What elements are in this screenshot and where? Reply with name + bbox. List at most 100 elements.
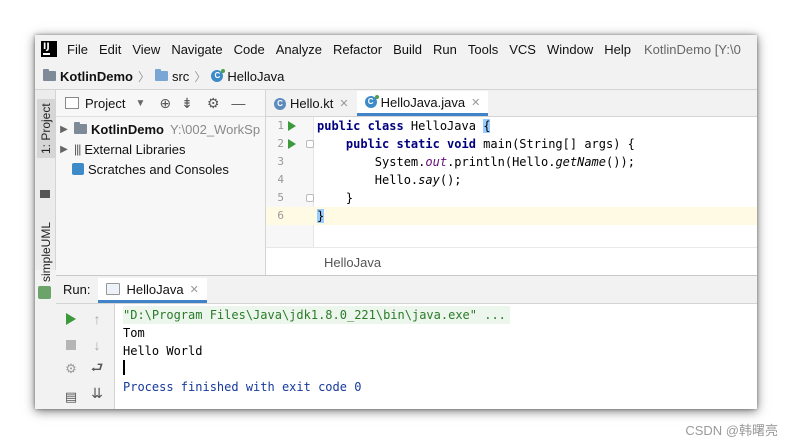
- line-number: 1: [277, 119, 284, 132]
- left-tool-strip: 1: Project simpleUML: [35, 90, 56, 299]
- gear-icon[interactable]: ⚙: [207, 95, 220, 112]
- line-number: 3: [277, 155, 284, 168]
- window-title: KotlinDemo [Y:\0: [643, 41, 741, 57]
- scratches-icon: [72, 163, 84, 175]
- tree-item-external-libraries[interactable]: ▶ ||| External Libraries: [56, 139, 265, 159]
- menu-bar: IJ File Edit View Navigate Code Analyze …: [35, 35, 757, 63]
- code-text: public class HelloJava {: [317, 119, 491, 133]
- chevron-right-icon[interactable]: ▶: [58, 144, 70, 155]
- project-tool-tab[interactable]: 1: Project: [37, 99, 55, 158]
- chevron-down-icon[interactable]: ▼: [135, 98, 145, 109]
- chevron-right-icon: 〉: [137, 69, 150, 84]
- hide-panel-icon[interactable]: —: [231, 95, 245, 111]
- menu-help[interactable]: Help: [604, 42, 631, 57]
- uml-icon: [38, 286, 51, 299]
- arrow-up-icon[interactable]: ↑: [88, 310, 106, 328]
- code-line: 5 }: [266, 189, 757, 207]
- run-panel-header: Run: HelloJava ✕: [56, 276, 757, 304]
- menu-refactor[interactable]: Refactor: [333, 42, 382, 57]
- java-class-icon: C: [211, 69, 226, 82]
- menu-file[interactable]: File: [67, 42, 88, 57]
- close-icon[interactable]: ✕: [471, 96, 480, 109]
- editor-footer-label[interactable]: HelloJava: [324, 255, 381, 270]
- menu-navigate[interactable]: Navigate: [171, 42, 222, 57]
- menu-view[interactable]: View: [132, 42, 160, 57]
- fold-icon[interactable]: [306, 140, 314, 148]
- code-area[interactable]: 1 public class HelloJava { 2 public stat…: [266, 117, 757, 247]
- tree-item-kotlindemo[interactable]: ▶ KotlinDemo Y:\002_WorkSp: [56, 119, 265, 139]
- console-exit-line: Process finished with exit code 0: [123, 380, 362, 394]
- run-panel: Run: HelloJava ✕ ↑ ↓ ⚙ ⮐ ▤ ⇊ "D:\Program…: [56, 275, 757, 409]
- stop-icon[interactable]: [62, 336, 80, 354]
- menu-code[interactable]: Code: [234, 42, 265, 57]
- close-icon[interactable]: ✕: [339, 97, 348, 110]
- project-panel-toolbar: Project ▼ ⊕ ⇟ ⚙ —: [56, 90, 265, 117]
- layout-icon[interactable]: ▤: [62, 388, 80, 406]
- simpleuml-tool-tab[interactable]: simpleUML: [39, 222, 53, 282]
- line-number: 2: [277, 137, 284, 150]
- chevron-right-icon[interactable]: ▶: [58, 124, 70, 135]
- breadcrumb-file[interactable]: C HelloJava: [211, 69, 284, 84]
- menu-vcs[interactable]: VCS: [509, 42, 536, 57]
- intellij-logo-icon: IJ: [41, 41, 57, 57]
- project-view-selector[interactable]: Project: [85, 96, 125, 111]
- run-icon[interactable]: [288, 121, 296, 131]
- console-command-line: "D:\Program Files\Java\jdk1.8.0_221\bin\…: [123, 306, 510, 324]
- tab-label: HelloJava.java: [380, 94, 466, 110]
- text-cursor: [123, 360, 125, 375]
- editor-tab-bar: C Hello.kt ✕ C HelloJava.java ✕: [266, 90, 757, 117]
- project-view-icon: [65, 97, 79, 109]
- watermark: CSDN @韩曙亮: [685, 423, 778, 438]
- menu-build[interactable]: Build: [393, 42, 422, 57]
- tree-item-label: External Libraries: [84, 141, 186, 157]
- console-output-line: Tom: [123, 326, 145, 340]
- restore-layout-icon[interactable]: ⚙: [62, 360, 80, 378]
- console-output-line: Hello World: [123, 344, 203, 358]
- tab-hello-kt[interactable]: C Hello.kt ✕: [266, 91, 357, 116]
- run-icon[interactable]: [288, 139, 296, 149]
- tree-item-scratches[interactable]: Scratches and Consoles: [56, 159, 265, 179]
- module-folder-icon: [74, 122, 87, 134]
- code-text: }: [317, 209, 325, 223]
- menu-window[interactable]: Window: [547, 42, 593, 57]
- code-line: 3 System.out.println(Hello.getName());: [266, 153, 757, 171]
- tree-item-label: Scratches and Consoles: [88, 161, 229, 177]
- menu-analyze[interactable]: Analyze: [276, 42, 322, 57]
- menu-run[interactable]: Run: [433, 42, 457, 57]
- rerun-icon[interactable]: [62, 310, 80, 328]
- breadcrumb-src[interactable]: src 〉: [154, 68, 211, 85]
- tree-item-label: KotlinDemo: [91, 121, 164, 137]
- console-output[interactable]: "D:\Program Files\Java\jdk1.8.0_221\bin\…: [115, 304, 757, 409]
- line-number: 6: [277, 209, 284, 222]
- code-text: }: [317, 191, 354, 205]
- arrow-down-icon[interactable]: ↓: [88, 336, 106, 354]
- code-line: 1 public class HelloJava {: [266, 117, 757, 135]
- locate-target-icon[interactable]: ⊕: [159, 95, 171, 112]
- line-number: 5: [277, 191, 284, 204]
- source-folder-icon: [154, 69, 168, 81]
- project-folder-icon: [43, 69, 56, 81]
- run-tab-hellojava[interactable]: HelloJava ✕: [98, 278, 207, 303]
- code-text: public static void main(String[] args) {: [345, 137, 635, 151]
- run-label: Run:: [63, 282, 91, 297]
- java-class-icon: C: [364, 95, 379, 108]
- collapse-all-icon[interactable]: ⇟: [181, 95, 193, 112]
- soft-wrap-icon[interactable]: ⮐: [88, 359, 106, 378]
- code-text: System.out.println(Hello.getName());: [317, 155, 635, 169]
- scroll-to-end-icon[interactable]: ⇊: [88, 384, 106, 402]
- breadcrumb-project[interactable]: KotlinDemo 〉: [43, 68, 155, 85]
- close-icon[interactable]: ✕: [190, 283, 199, 296]
- code-text: Hello.say();: [317, 173, 462, 187]
- editor-breadcrumb-footer: HelloJava: [266, 247, 757, 276]
- library-icon: |||: [74, 142, 81, 156]
- breadcrumb-file-label: HelloJava: [227, 68, 285, 84]
- fold-icon[interactable]: [306, 194, 314, 202]
- tab-hellojava-java[interactable]: C HelloJava.java ✕: [356, 91, 489, 116]
- breadcrumb-src-label: src: [171, 68, 190, 84]
- run-tab-label: HelloJava: [126, 281, 184, 297]
- menu-tools[interactable]: Tools: [468, 42, 498, 57]
- menu-edit[interactable]: Edit: [99, 42, 121, 57]
- kotlin-file-icon: C: [274, 97, 286, 110]
- code-line: 2 public static void main(String[] args)…: [266, 135, 757, 153]
- code-line-current: 6 }: [266, 207, 757, 225]
